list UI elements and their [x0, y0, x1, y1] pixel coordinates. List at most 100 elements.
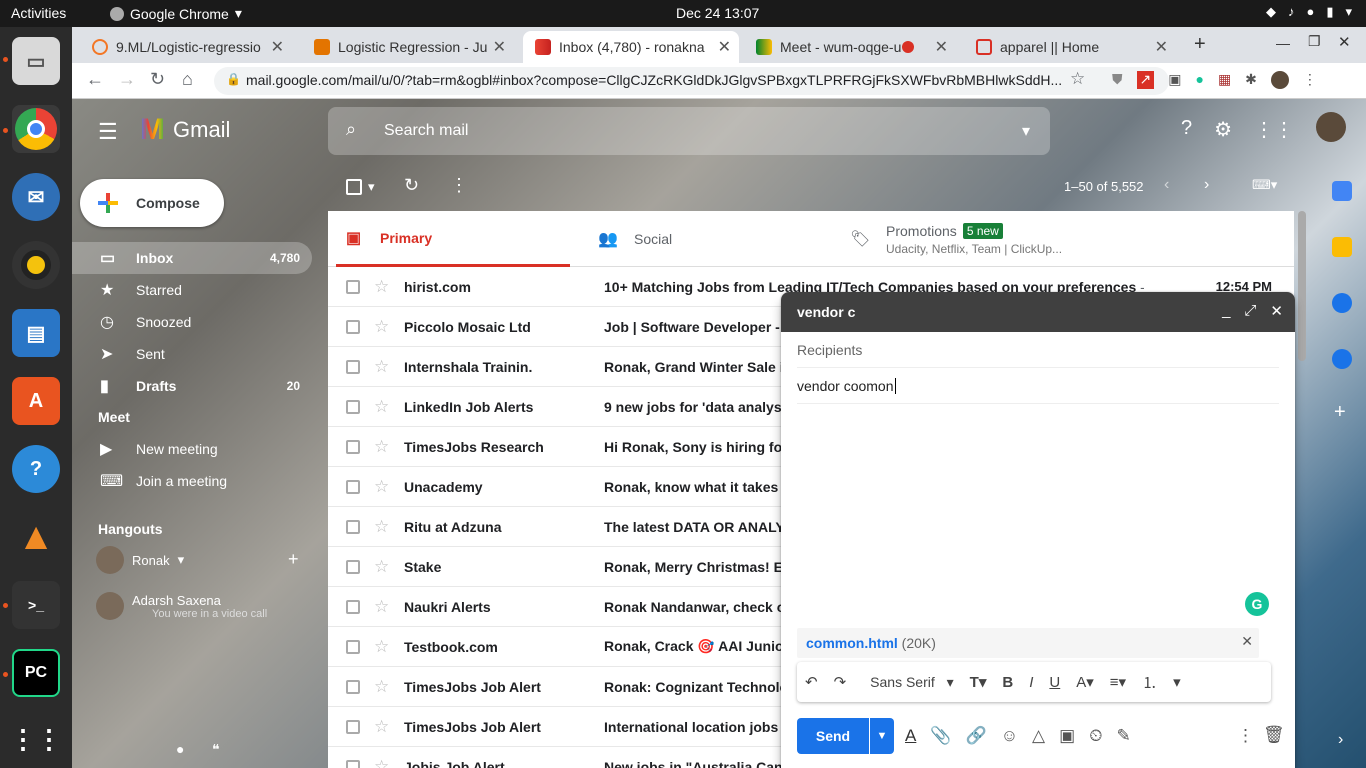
tab-promotions[interactable]: 🏷 Promotions 5 new Udacity, Netflix, Tea…	[850, 211, 1062, 267]
select-all-checkbox[interactable]	[346, 179, 362, 195]
star-icon[interactable]: ☆	[374, 437, 389, 457]
chrome-app-icon[interactable]	[12, 105, 60, 153]
minimize-button[interactable]: —	[1276, 35, 1290, 51]
thunderbird-icon[interactable]: ✉	[12, 173, 60, 221]
star-icon[interactable]: ☆	[374, 317, 389, 337]
hangouts-contact[interactable]: Adarsh Saxena You were in a video call	[96, 592, 267, 620]
reload-icon[interactable]: ↻	[150, 69, 165, 90]
compose-header[interactable]: vendor c _ ⤢ ✕	[781, 292, 1295, 332]
recipients-field[interactable]: Recipients	[797, 332, 1279, 368]
calendar-icon[interactable]	[1332, 181, 1352, 201]
main-menu-icon[interactable]: ☰	[98, 119, 118, 145]
sidebar-item-drafts[interactable]: ▮ Drafts 20	[72, 370, 312, 402]
close-icon[interactable]: ✕	[1155, 37, 1168, 57]
link-icon[interactable]: 🔗	[966, 726, 987, 746]
star-icon[interactable]: ☆	[374, 277, 389, 297]
next-page-icon[interactable]: ›	[1204, 176, 1209, 194]
system-tray[interactable]: ◆ ♪ ● ▮ ▾	[1266, 4, 1352, 20]
star-icon[interactable]: ☆	[374, 557, 389, 577]
row-checkbox[interactable]	[346, 399, 360, 414]
tasks-icon[interactable]	[1332, 293, 1352, 313]
terminal-icon[interactable]: >_	[12, 581, 60, 629]
row-checkbox[interactable]	[346, 639, 360, 654]
signature-icon[interactable]: ✎	[1116, 726, 1130, 746]
account-avatar[interactable]	[1316, 112, 1346, 142]
join-meeting-link[interactable]: ⌨ Join a meeting	[72, 465, 312, 497]
home-icon[interactable]: ⌂	[182, 69, 193, 90]
pycharm-icon[interactable]: PC	[12, 649, 60, 697]
underline-icon[interactable]: U	[1049, 674, 1060, 691]
grammarly-icon[interactable]: G	[1245, 592, 1269, 616]
row-checkbox[interactable]	[346, 319, 360, 334]
person-icon[interactable]: ●	[176, 741, 184, 757]
search-icon[interactable]: ⌕	[346, 119, 356, 140]
new-tab-button[interactable]: +	[1194, 33, 1206, 56]
row-checkbox[interactable]	[346, 679, 360, 694]
vlc-icon[interactable]: ▲	[12, 513, 60, 561]
expand-icon[interactable]: ⤢	[1244, 302, 1256, 320]
drive-icon[interactable]: △	[1032, 726, 1045, 746]
align-icon[interactable]: ≡▾	[1110, 673, 1126, 691]
url-bar[interactable]: 🔒 mail.google.com/mail/u/0/?tab=rm&ogbl#…	[214, 67, 1169, 95]
undo-icon[interactable]: ↶	[805, 673, 818, 691]
star-icon[interactable]: ☆	[374, 517, 389, 537]
badge-extension-icon[interactable]: ▦	[1218, 71, 1231, 89]
more-formatting-icon[interactable]: ▾	[1173, 673, 1181, 691]
chat-icon[interactable]: ❝	[212, 741, 220, 758]
contacts-icon[interactable]	[1332, 349, 1352, 369]
row-checkbox[interactable]	[346, 479, 360, 494]
help-icon[interactable]: ?	[1181, 117, 1192, 142]
attach-icon[interactable]: 📎	[930, 726, 951, 746]
add-addon-icon[interactable]: +	[1334, 401, 1346, 424]
close-icon[interactable]: ✕	[1270, 302, 1283, 320]
software-center-icon[interactable]: A	[12, 377, 60, 425]
star-icon[interactable]: ☆	[374, 717, 389, 737]
apps-grid-icon[interactable]: ⋮⋮	[1254, 117, 1294, 142]
tab-1[interactable]: Logistic Regression - Ju ✕	[302, 31, 514, 63]
bracket-extension-icon[interactable]: ▣	[1168, 71, 1181, 89]
italic-icon[interactable]: I	[1029, 674, 1033, 691]
gear-icon[interactable]: ⚙	[1214, 117, 1232, 142]
compose-button[interactable]: Compose	[80, 179, 224, 227]
scrollbar[interactable]	[1298, 211, 1306, 361]
row-checkbox[interactable]	[346, 359, 360, 374]
redo-icon[interactable]: ↷	[834, 673, 847, 691]
refresh-icon[interactable]: ↻	[404, 175, 419, 196]
formatting-options-icon[interactable]: A	[905, 726, 916, 746]
forward-icon[interactable]: →	[118, 69, 136, 90]
send-button[interactable]: Send	[797, 718, 869, 754]
row-checkbox[interactable]	[346, 599, 360, 614]
tab-0[interactable]: 9.ML/Logistic-regressio ✕	[80, 31, 292, 63]
activities-button[interactable]: Activities	[11, 5, 66, 21]
close-icon[interactable]: ✕	[271, 37, 284, 57]
font-size-icon[interactable]: T▾	[970, 673, 987, 691]
row-checkbox[interactable]	[346, 559, 360, 574]
profile-avatar[interactable]	[1270, 71, 1289, 89]
row-checkbox[interactable]	[346, 279, 360, 294]
red-extension-icon[interactable]: ↗	[1136, 71, 1155, 89]
star-icon[interactable]: ☆	[374, 637, 389, 657]
star-icon[interactable]: ☆	[374, 397, 389, 417]
add-contact-icon[interactable]: +	[288, 549, 299, 570]
subject-field[interactable]: vendor coomon	[797, 368, 1279, 404]
star-icon[interactable]: ☆	[374, 357, 389, 377]
keep-icon[interactable]	[1332, 237, 1352, 257]
files-icon[interactable]: ▭	[12, 37, 60, 85]
row-checkbox[interactable]	[346, 719, 360, 734]
close-window-button[interactable]: ✕	[1338, 33, 1351, 51]
gmail-logo[interactable]: M Gmail	[140, 113, 230, 147]
writer-icon[interactable]: ▤	[12, 309, 60, 357]
search-input[interactable]: ⌕ Search mail ▾	[328, 107, 1050, 155]
sidebar-item-inbox[interactable]: ▭ Inbox 4,780	[72, 242, 312, 274]
extensions-area[interactable]: ⛊ ↗ ▣ ● ▦ ✱ ⋮	[1112, 71, 1317, 89]
search-options-icon[interactable]: ▾	[1022, 121, 1030, 141]
sidebar-item-snoozed[interactable]: ◷ Snoozed	[72, 306, 312, 338]
font-family-select[interactable]: Sans Serif ▾	[862, 674, 954, 691]
sidebar-item-sent[interactable]: ➤ Sent	[72, 338, 312, 370]
remove-attachment-icon[interactable]: ✕	[1241, 633, 1253, 650]
menu-dots-icon[interactable]: ⋮	[1303, 71, 1317, 89]
close-icon[interactable]: ✕	[493, 37, 506, 57]
row-checkbox[interactable]	[346, 519, 360, 534]
sidebar-item-starred[interactable]: ★ Starred	[72, 274, 312, 306]
tab-3[interactable]: Meet - wum-oqge-u ✕	[744, 31, 956, 63]
